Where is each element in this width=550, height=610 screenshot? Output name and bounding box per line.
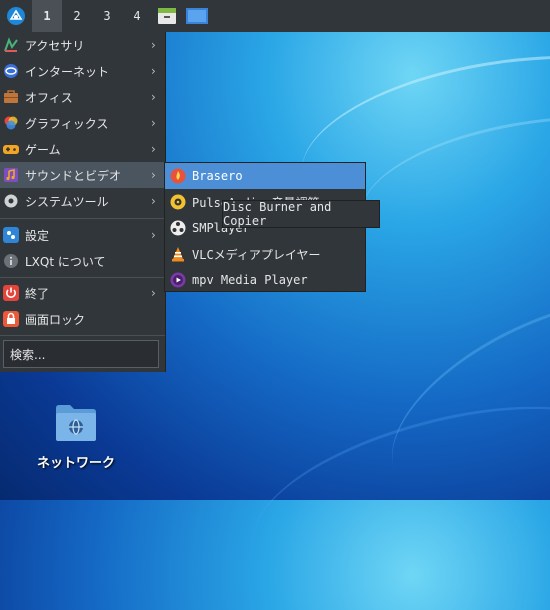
menu-item-graphics[interactable]: グラフィックス › xyxy=(0,110,165,136)
show-desktop-launcher[interactable] xyxy=(182,0,212,32)
menu-item-accessories[interactable]: アクセサリ › xyxy=(0,32,165,58)
wallpaper-wave xyxy=(237,373,550,610)
chevron-right-icon: › xyxy=(151,142,156,156)
main-menu-button[interactable] xyxy=(0,0,32,32)
pulseaudio-icon xyxy=(170,194,186,210)
menu-item-settings[interactable]: 設定 › xyxy=(0,222,165,248)
desktop-icon-network[interactable]: ネットワーク xyxy=(26,402,126,482)
chevron-right-icon: › xyxy=(151,116,156,130)
top-panel: 1 2 3 4 xyxy=(0,0,550,32)
desktop-3-button[interactable]: 3 xyxy=(92,0,122,32)
accessories-icon xyxy=(3,37,19,53)
power-icon xyxy=(3,285,19,301)
network-folder-icon xyxy=(56,405,96,441)
chevron-right-icon: › xyxy=(151,228,156,242)
menu-item-internet[interactable]: インターネット › xyxy=(0,58,165,84)
office-icon xyxy=(3,89,19,105)
info-icon xyxy=(3,253,19,269)
settings-icon xyxy=(3,227,19,243)
desktop-2-button[interactable]: 2 xyxy=(62,0,92,32)
submenu-item-vlc[interactable]: VLCメディアプレイヤー xyxy=(165,241,365,267)
application-menu: アクセサリ › インターネット › オフィス › グラフィックス › ゲーム ›… xyxy=(0,32,166,372)
chevron-right-icon: › xyxy=(151,64,156,78)
chevron-right-icon: › xyxy=(151,90,156,104)
menu-item-office[interactable]: オフィス › xyxy=(0,84,165,110)
games-icon xyxy=(3,141,19,157)
menu-separator xyxy=(0,335,165,336)
lock-icon xyxy=(3,311,19,327)
menu-item-games[interactable]: ゲーム › xyxy=(0,136,165,162)
vlc-icon xyxy=(170,246,186,262)
menu-separator xyxy=(0,218,165,219)
internet-icon xyxy=(3,63,19,79)
system-tools-icon xyxy=(3,193,19,209)
desktop-icon xyxy=(186,8,208,24)
chevron-right-icon: › xyxy=(151,38,156,52)
tooltip: Disc Burner and Copier xyxy=(222,200,380,228)
chevron-right-icon: › xyxy=(151,194,156,208)
smplayer-icon xyxy=(170,220,186,236)
sound-video-icon xyxy=(3,167,19,183)
desktop-4-button[interactable]: 4 xyxy=(122,0,152,32)
mpv-icon xyxy=(170,272,186,288)
desktop-1-button[interactable]: 1 xyxy=(32,0,62,32)
graphics-icon xyxy=(3,115,19,131)
menu-item-about[interactable]: LXQt について xyxy=(0,248,165,274)
file-cabinet-icon xyxy=(158,8,176,24)
menu-item-sound-video[interactable]: サウンドとビデオ › xyxy=(0,162,165,188)
chevron-right-icon: › xyxy=(151,286,156,300)
menu-item-system-tools[interactable]: システムツール › xyxy=(0,188,165,214)
menu-separator xyxy=(0,277,165,278)
brasero-icon xyxy=(170,168,186,184)
menu-item-shutdown[interactable]: 終了 › xyxy=(0,280,165,306)
chevron-right-icon: › xyxy=(151,168,156,182)
search-input[interactable]: 検索... xyxy=(3,340,159,368)
submenu-item-mpv[interactable]: mpv Media Player xyxy=(165,267,365,293)
lxqt-logo-icon xyxy=(7,7,25,25)
menu-item-lock[interactable]: 画面ロック xyxy=(0,306,165,332)
submenu-item-brasero[interactable]: Brasero xyxy=(165,163,365,189)
file-manager-launcher[interactable] xyxy=(152,0,182,32)
